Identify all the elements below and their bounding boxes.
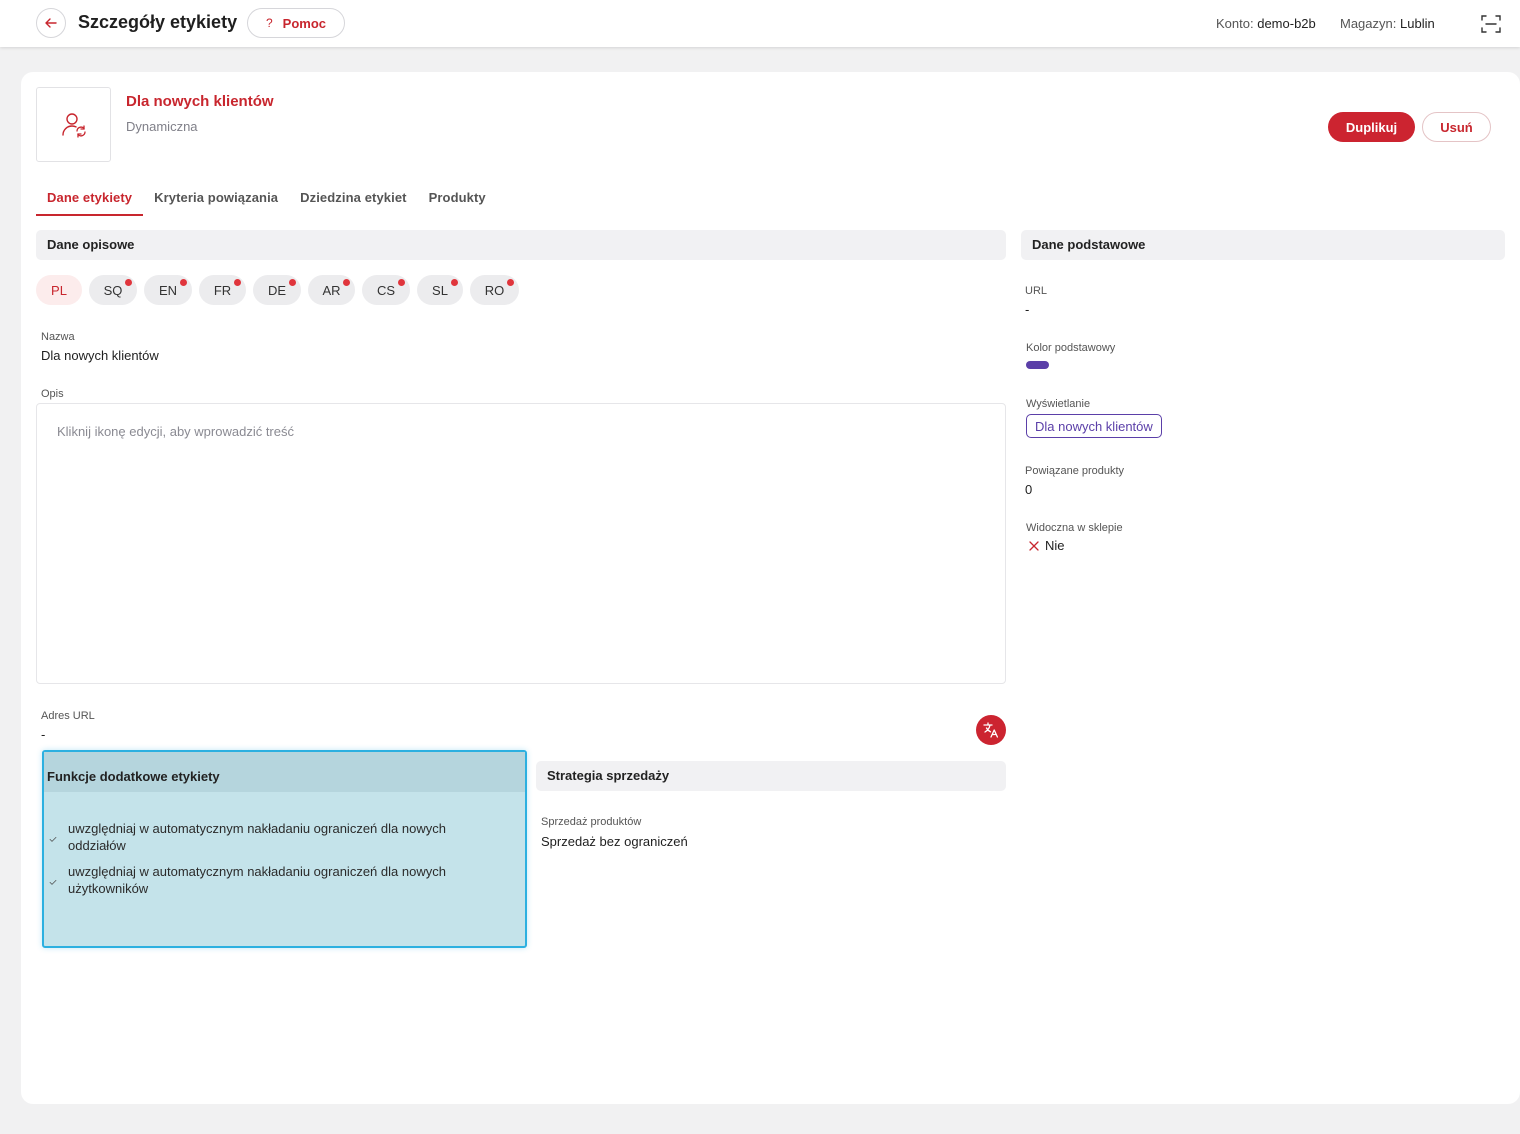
tab-link-criteria[interactable]: Kryteria powiązania — [143, 178, 289, 216]
tab-label-domain[interactable]: Dziedzina etykiet — [289, 178, 417, 216]
name-label: Nazwa — [41, 331, 75, 343]
lang-pl[interactable]: PL — [36, 275, 82, 305]
extra-function-item: uwzględniaj w automatycznym nakładaniu o… — [47, 820, 487, 854]
color-swatch — [1026, 361, 1049, 369]
missing-dot-icon — [234, 279, 241, 286]
check-icon — [49, 836, 57, 842]
lang-de[interactable]: DE — [253, 275, 301, 305]
translate-icon — [983, 722, 999, 738]
display-badge: Dla nowych klientów — [1026, 414, 1162, 438]
warehouse-info[interactable]: Magazyn: Lublin — [1340, 16, 1435, 31]
account-value: demo-b2b — [1257, 16, 1316, 31]
top-bar: Szczegóły etykiety ? Pomoc Konto: demo-b… — [0, 0, 1520, 47]
account-info: Konto: demo-b2b — [1216, 16, 1316, 31]
label-name: Dla nowych klientów — [126, 93, 274, 110]
tab-label-data[interactable]: Dane etykiety — [36, 178, 144, 216]
back-button[interactable] — [36, 8, 66, 38]
label-avatar — [36, 87, 111, 162]
sales-strategy-header: Strategia sprzedaży — [536, 761, 1006, 791]
sales-label: Sprzedaż produktów — [541, 816, 642, 828]
translate-button[interactable] — [976, 715, 1006, 745]
fullscreen-icon[interactable] — [1480, 13, 1502, 35]
arrow-left-icon — [45, 18, 57, 28]
missing-dot-icon — [343, 279, 350, 286]
visible-in-shop-label: Widoczna w sklepie — [1026, 522, 1123, 534]
tab-bar: Dane etykiety Kryteria powiązania Dziedz… — [36, 178, 497, 216]
lang-ro[interactable]: RO — [470, 275, 519, 305]
name-value: Dla nowych klientów — [41, 348, 159, 363]
lang-fr[interactable]: FR — [199, 275, 246, 305]
lang-sq[interactable]: SQ — [89, 275, 137, 305]
basic-section-header: Dane podstawowe — [1021, 230, 1505, 260]
lang-sl[interactable]: SL — [417, 275, 463, 305]
url-address-label: Adres URL — [41, 710, 95, 722]
missing-dot-icon — [125, 279, 132, 286]
color-label: Kolor podstawowy — [1026, 342, 1116, 354]
extra-function-item: uwzględniaj w automatycznym nakładaniu o… — [47, 863, 487, 897]
description-label: Opis — [41, 388, 64, 400]
page-title: Szczegóły etykiety — [78, 12, 238, 32]
missing-dot-icon — [289, 279, 296, 286]
question-icon: ? — [265, 16, 273, 30]
descriptive-section-header: Dane opisowe — [36, 230, 1006, 260]
help-button-label: Pomoc — [282, 15, 327, 31]
help-button[interactable]: ? Pomoc — [247, 8, 345, 38]
missing-dot-icon — [507, 279, 514, 286]
linked-products-label: Powiązane produkty — [1025, 465, 1125, 477]
label-details-card: Dla nowych klientów Dynamiczna Duplikuj … — [21, 72, 1520, 1104]
language-selector: PL SQ EN FR DE AR CS SL RO — [36, 275, 519, 305]
url-address-value: - — [41, 727, 46, 742]
user-sync-icon — [61, 112, 86, 138]
account-label: Konto: — [1216, 16, 1254, 31]
display-label: Wyświetlanie — [1026, 398, 1091, 410]
label-type: Dynamiczna — [126, 119, 198, 134]
missing-dot-icon — [180, 279, 187, 286]
tab-products[interactable]: Produkty — [418, 178, 497, 216]
lang-cs[interactable]: CS — [362, 275, 410, 305]
visible-in-shop-value: Nie — [1028, 538, 1065, 553]
basic-url-label: URL — [1025, 285, 1048, 297]
lang-en[interactable]: EN — [144, 275, 192, 305]
description-placeholder: Kliknij ikonę edycji, aby wprowadzić tre… — [57, 424, 294, 439]
extra-functions-header: Funkcje dodatkowe etykiety — [47, 769, 220, 784]
sales-value: Sprzedaż bez ograniczeń — [541, 834, 688, 849]
check-icon — [49, 879, 57, 885]
lang-ar[interactable]: AR — [308, 275, 355, 305]
linked-products-value: 0 — [1025, 482, 1033, 497]
description-editor[interactable]: Kliknij ikonę edycji, aby wprowadzić tre… — [36, 403, 1006, 684]
warehouse-value: Lublin — [1400, 16, 1435, 31]
warehouse-label: Magazyn: — [1340, 16, 1397, 31]
delete-button[interactable]: Usuń — [1422, 112, 1491, 142]
missing-dot-icon — [451, 279, 458, 286]
missing-dot-icon — [398, 279, 405, 286]
close-icon — [1029, 540, 1039, 551]
basic-url-value: - — [1025, 302, 1030, 317]
duplicate-button[interactable]: Duplikuj — [1328, 112, 1415, 142]
